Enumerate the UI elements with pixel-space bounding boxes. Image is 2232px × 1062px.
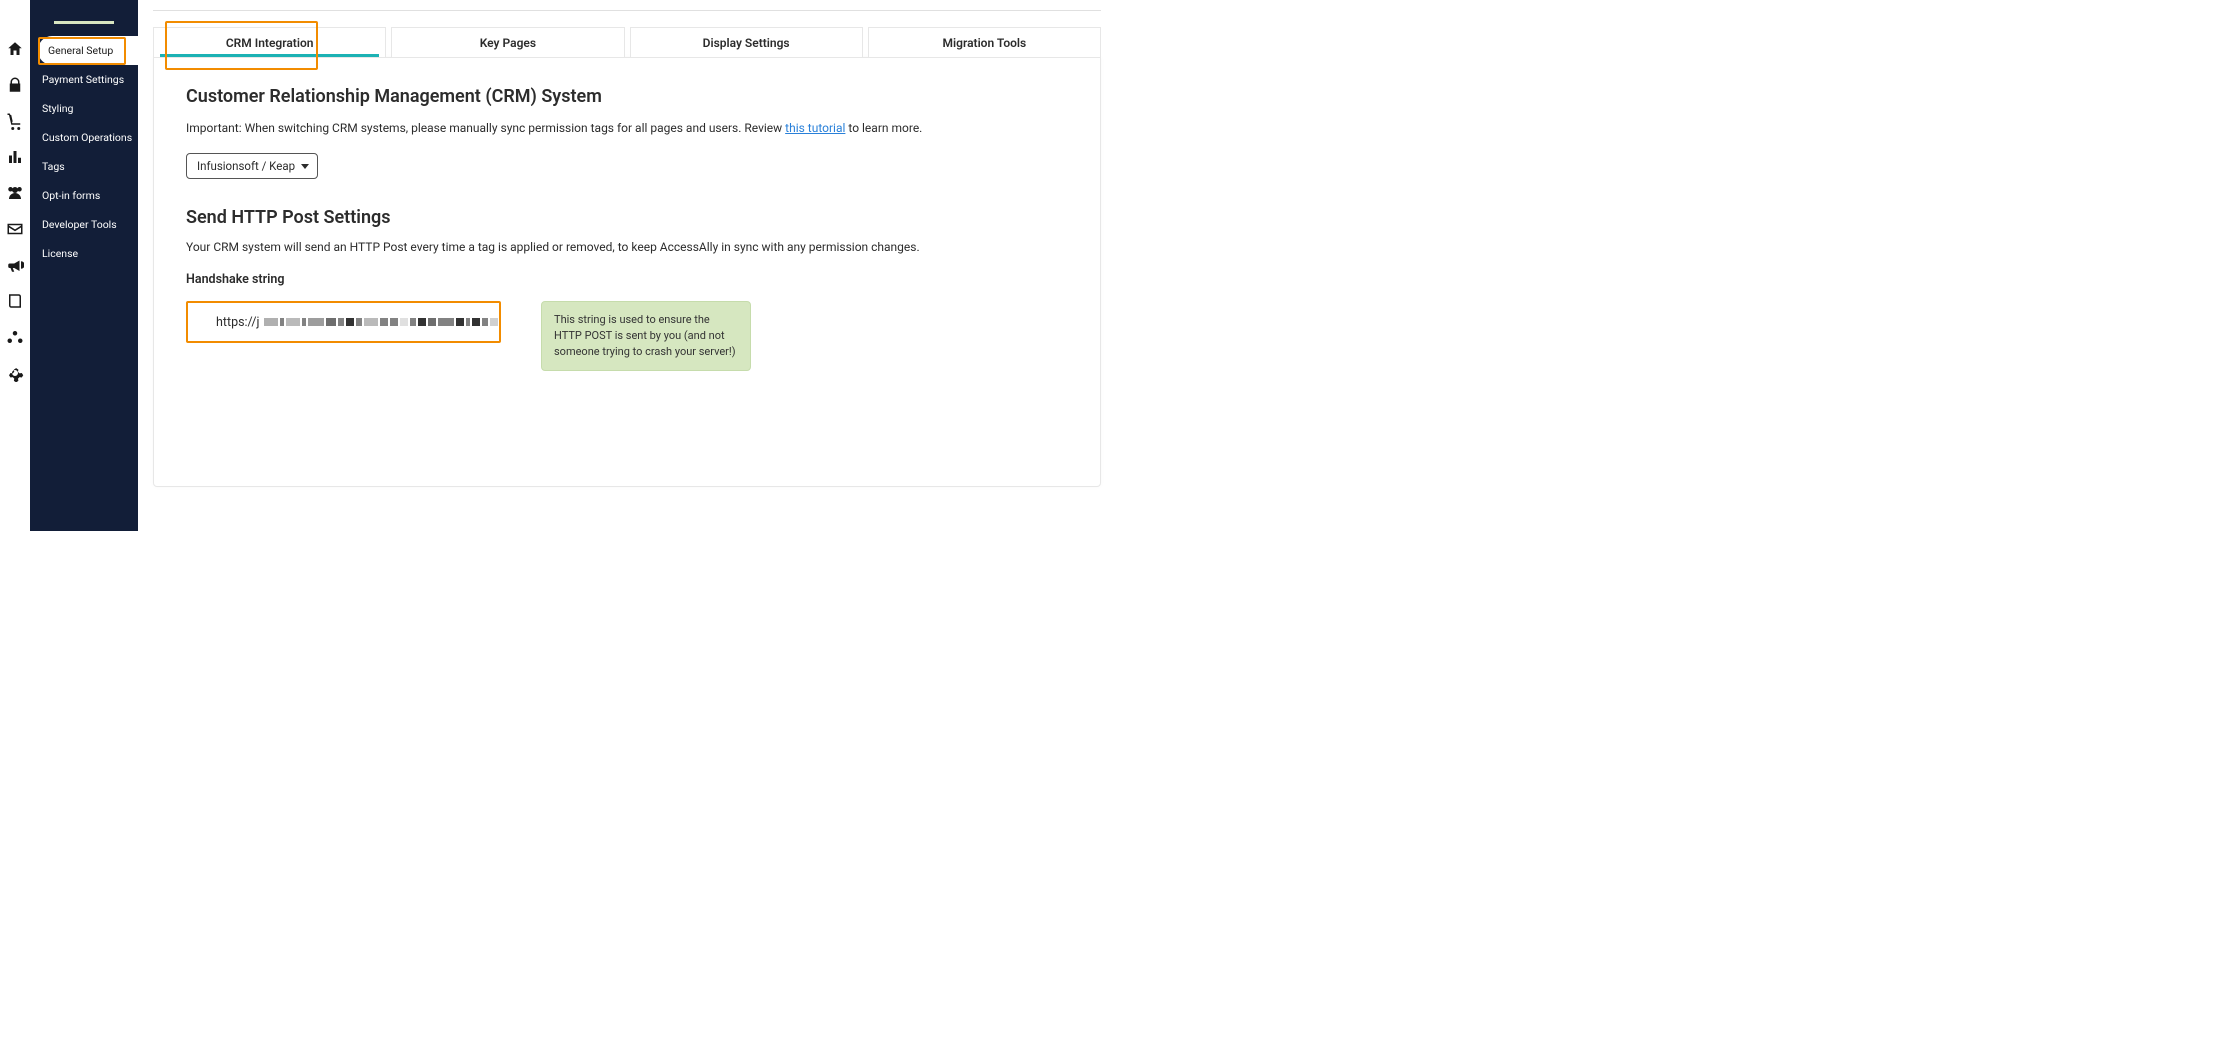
sidebar-item-tags[interactable]: Tags (30, 152, 138, 181)
sidebar-item-license[interactable]: License (30, 239, 138, 268)
handshake-info-box: This string is used to ensure the HTTP P… (541, 301, 751, 371)
crm-system-select[interactable]: Infusionsoft / Keap (186, 153, 318, 179)
crm-important-suffix: to learn more. (845, 121, 922, 135)
settings-panel: Customer Relationship Management (CRM) S… (153, 57, 1101, 487)
sidebar-item-developer-tools[interactable]: Developer Tools (30, 210, 138, 239)
admin-icon-rail (0, 0, 30, 531)
crm-section-title: Customer Relationship Management (CRM) S… (186, 86, 1068, 107)
crm-important-text: Important: When switching CRM systems, p… (186, 119, 1068, 137)
sidebar-logo (30, 0, 138, 24)
gear-icon[interactable] (6, 364, 24, 382)
megaphone-icon[interactable] (6, 256, 24, 274)
home-icon[interactable] (6, 40, 24, 58)
tab-crm-integration[interactable]: CRM Integration (153, 27, 386, 57)
stats-icon[interactable] (6, 148, 24, 166)
handshake-url-prefix: https://j (216, 315, 260, 330)
cart-icon[interactable] (6, 112, 24, 130)
crm-important-prefix: Important: When switching CRM systems, p… (186, 121, 785, 135)
sidebar-item-custom-operations[interactable]: Custom Operations (30, 123, 138, 152)
chevron-down-icon (301, 164, 309, 169)
crm-select-value: Infusionsoft / Keap (197, 159, 295, 173)
mail-icon[interactable] (6, 220, 24, 238)
handshake-row: https://j (186, 301, 1068, 371)
tab-key-pages[interactable]: Key Pages (391, 27, 624, 57)
sidebar-item-styling[interactable]: Styling (30, 94, 138, 123)
top-divider (153, 10, 1101, 11)
http-post-section-title: Send HTTP Post Settings (186, 207, 1068, 228)
handshake-label: Handshake string (186, 272, 1068, 287)
users-icon[interactable] (6, 184, 24, 202)
sidebar-item-optin-forms[interactable]: Opt-in forms (30, 181, 138, 210)
main-content: CRM Integration Key Pages Display Settin… (138, 0, 1116, 531)
sidebar-item-general-setup[interactable]: General Setup (38, 36, 138, 65)
settings-tabs: CRM Integration Key Pages Display Settin… (153, 27, 1101, 57)
tab-migration-tools[interactable]: Migration Tools (868, 27, 1101, 57)
lock-icon[interactable] (6, 76, 24, 94)
settings-sidebar: General Setup Payment Settings Styling C… (30, 0, 138, 531)
http-post-description: Your CRM system will send an HTTP Post e… (186, 238, 1068, 256)
sidebar-item-payment-settings[interactable]: Payment Settings (30, 65, 138, 94)
cluster-icon[interactable] (6, 328, 24, 346)
tutorial-link[interactable]: this tutorial (785, 121, 845, 135)
handshake-url-field[interactable]: https://j (186, 301, 501, 343)
tab-display-settings[interactable]: Display Settings (630, 27, 863, 57)
handshake-redacted-icon (264, 318, 498, 326)
book-icon[interactable] (6, 292, 24, 310)
